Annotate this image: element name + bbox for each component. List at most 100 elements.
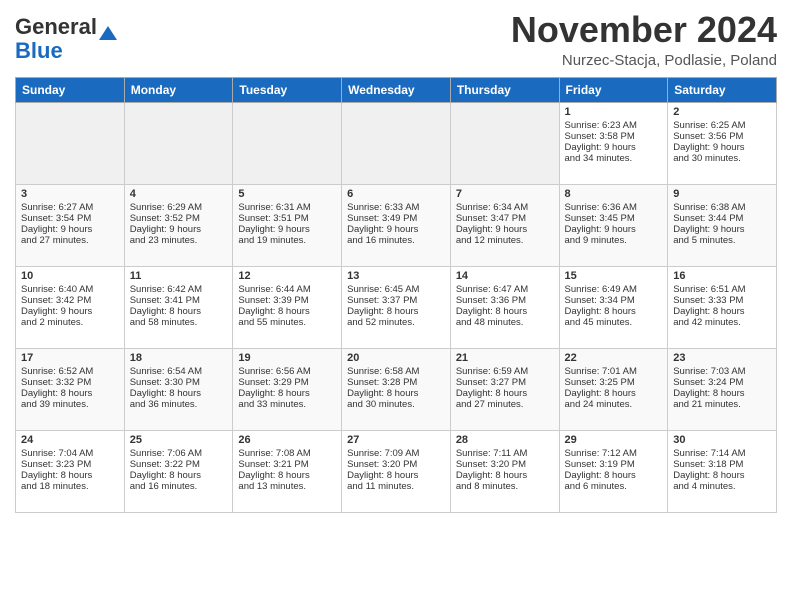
cell-info-line: Daylight: 8 hours: [673, 306, 771, 317]
cell-info-line: and 34 minutes.: [565, 153, 663, 164]
cell-info-line: Daylight: 8 hours: [347, 306, 445, 317]
cell-info-line: Daylight: 9 hours: [130, 224, 228, 235]
cell-info-line: Sunrise: 6:25 AM: [673, 120, 771, 131]
cell-info-line: and 8 minutes.: [456, 481, 554, 492]
cell-info-line: Daylight: 9 hours: [673, 142, 771, 153]
calendar-cell: 19Sunrise: 6:56 AMSunset: 3:29 PMDayligh…: [233, 348, 342, 430]
logo-blue-text: Blue: [15, 38, 63, 63]
cell-info-line: Sunset: 3:27 PM: [456, 377, 554, 388]
cell-info-line: Daylight: 8 hours: [565, 470, 663, 481]
cell-info-line: Sunset: 3:29 PM: [238, 377, 336, 388]
calendar-cell: 14Sunrise: 6:47 AMSunset: 3:36 PMDayligh…: [450, 266, 559, 348]
cell-info-line: and 52 minutes.: [347, 317, 445, 328]
weekday-header-wednesday: Wednesday: [342, 77, 451, 102]
cell-info-line: Sunset: 3:42 PM: [21, 295, 119, 306]
logo-general-text: General: [15, 14, 97, 39]
cell-info-line: Sunrise: 7:08 AM: [238, 448, 336, 459]
calendar-cell: 28Sunrise: 7:11 AMSunset: 3:20 PMDayligh…: [450, 430, 559, 512]
calendar-week-2: 3Sunrise: 6:27 AMSunset: 3:54 PMDaylight…: [16, 184, 777, 266]
day-number: 29: [565, 434, 663, 446]
cell-info-line: Sunrise: 6:56 AM: [238, 366, 336, 377]
cell-info-line: Sunset: 3:36 PM: [456, 295, 554, 306]
cell-info-line: Sunset: 3:20 PM: [456, 459, 554, 470]
cell-info-line: Sunset: 3:19 PM: [565, 459, 663, 470]
day-number: 27: [347, 434, 445, 446]
cell-info-line: Sunrise: 6:34 AM: [456, 202, 554, 213]
day-number: 2: [673, 106, 771, 118]
cell-info-line: Daylight: 9 hours: [238, 224, 336, 235]
cell-info-line: Daylight: 9 hours: [21, 306, 119, 317]
cell-info-line: Sunrise: 7:14 AM: [673, 448, 771, 459]
day-number: 13: [347, 270, 445, 282]
day-number: 25: [130, 434, 228, 446]
calendar-cell: 30Sunrise: 7:14 AMSunset: 3:18 PMDayligh…: [668, 430, 777, 512]
day-number: 3: [21, 188, 119, 200]
day-number: 6: [347, 188, 445, 200]
cell-info-line: Daylight: 8 hours: [21, 388, 119, 399]
day-number: 16: [673, 270, 771, 282]
cell-info-line: Daylight: 8 hours: [347, 388, 445, 399]
cell-info-line: Sunset: 3:32 PM: [21, 377, 119, 388]
header: General Blue November 2024 Nurzec-Stacja…: [15, 10, 777, 69]
calendar-week-4: 17Sunrise: 6:52 AMSunset: 3:32 PMDayligh…: [16, 348, 777, 430]
calendar-cell: 21Sunrise: 6:59 AMSunset: 3:27 PMDayligh…: [450, 348, 559, 430]
cell-info-line: Sunrise: 7:06 AM: [130, 448, 228, 459]
day-number: 26: [238, 434, 336, 446]
cell-info-line: Sunset: 3:49 PM: [347, 213, 445, 224]
cell-info-line: Sunset: 3:18 PM: [673, 459, 771, 470]
calendar-cell: 3Sunrise: 6:27 AMSunset: 3:54 PMDaylight…: [16, 184, 125, 266]
calendar-header-row: SundayMondayTuesdayWednesdayThursdayFrid…: [16, 77, 777, 102]
calendar-cell: [124, 102, 233, 184]
cell-info-line: Sunset: 3:39 PM: [238, 295, 336, 306]
cell-info-line: Daylight: 8 hours: [456, 306, 554, 317]
logo-icon: [99, 21, 117, 35]
calendar-week-5: 24Sunrise: 7:04 AMSunset: 3:23 PMDayligh…: [16, 430, 777, 512]
cell-info-line: Sunrise: 6:44 AM: [238, 284, 336, 295]
cell-info-line: and 30 minutes.: [347, 399, 445, 410]
calendar-cell: 27Sunrise: 7:09 AMSunset: 3:20 PMDayligh…: [342, 430, 451, 512]
calendar-cell: 11Sunrise: 6:42 AMSunset: 3:41 PMDayligh…: [124, 266, 233, 348]
calendar-cell: 6Sunrise: 6:33 AMSunset: 3:49 PMDaylight…: [342, 184, 451, 266]
calendar-cell: 22Sunrise: 7:01 AMSunset: 3:25 PMDayligh…: [559, 348, 668, 430]
cell-info-line: and 5 minutes.: [673, 235, 771, 246]
calendar-cell: 7Sunrise: 6:34 AMSunset: 3:47 PMDaylight…: [450, 184, 559, 266]
cell-info-line: and 27 minutes.: [456, 399, 554, 410]
cell-info-line: and 27 minutes.: [21, 235, 119, 246]
day-number: 1: [565, 106, 663, 118]
day-number: 9: [673, 188, 771, 200]
calendar-cell: [16, 102, 125, 184]
cell-info-line: and 33 minutes.: [238, 399, 336, 410]
day-number: 28: [456, 434, 554, 446]
calendar-cell: 13Sunrise: 6:45 AMSunset: 3:37 PMDayligh…: [342, 266, 451, 348]
calendar-cell: 12Sunrise: 6:44 AMSunset: 3:39 PMDayligh…: [233, 266, 342, 348]
cell-info-line: Daylight: 8 hours: [238, 388, 336, 399]
cell-info-line: Sunset: 3:58 PM: [565, 131, 663, 142]
cell-info-line: Sunrise: 6:29 AM: [130, 202, 228, 213]
cell-info-line: Daylight: 8 hours: [565, 306, 663, 317]
cell-info-line: Daylight: 9 hours: [565, 142, 663, 153]
cell-info-line: Sunrise: 7:03 AM: [673, 366, 771, 377]
calendar-cell: 1Sunrise: 6:23 AMSunset: 3:58 PMDaylight…: [559, 102, 668, 184]
cell-info-line: Daylight: 9 hours: [456, 224, 554, 235]
cell-info-line: and 2 minutes.: [21, 317, 119, 328]
cell-info-line: Sunrise: 7:04 AM: [21, 448, 119, 459]
cell-info-line: Sunrise: 6:52 AM: [21, 366, 119, 377]
cell-info-line: and 4 minutes.: [673, 481, 771, 492]
calendar-cell: 18Sunrise: 6:54 AMSunset: 3:30 PMDayligh…: [124, 348, 233, 430]
cell-info-line: Sunset: 3:20 PM: [347, 459, 445, 470]
cell-info-line: Daylight: 9 hours: [347, 224, 445, 235]
calendar-cell: [450, 102, 559, 184]
cell-info-line: Daylight: 8 hours: [673, 470, 771, 481]
weekday-header-sunday: Sunday: [16, 77, 125, 102]
day-number: 22: [565, 352, 663, 364]
month-title: November 2024: [511, 10, 777, 50]
cell-info-line: and 30 minutes.: [673, 153, 771, 164]
calendar-cell: 2Sunrise: 6:25 AMSunset: 3:56 PMDaylight…: [668, 102, 777, 184]
cell-info-line: Sunrise: 6:49 AM: [565, 284, 663, 295]
cell-info-line: Daylight: 8 hours: [238, 306, 336, 317]
cell-info-line: Daylight: 8 hours: [130, 388, 228, 399]
weekday-header-monday: Monday: [124, 77, 233, 102]
cell-info-line: Sunset: 3:24 PM: [673, 377, 771, 388]
cell-info-line: and 23 minutes.: [130, 235, 228, 246]
calendar-week-1: 1Sunrise: 6:23 AMSunset: 3:58 PMDaylight…: [16, 102, 777, 184]
